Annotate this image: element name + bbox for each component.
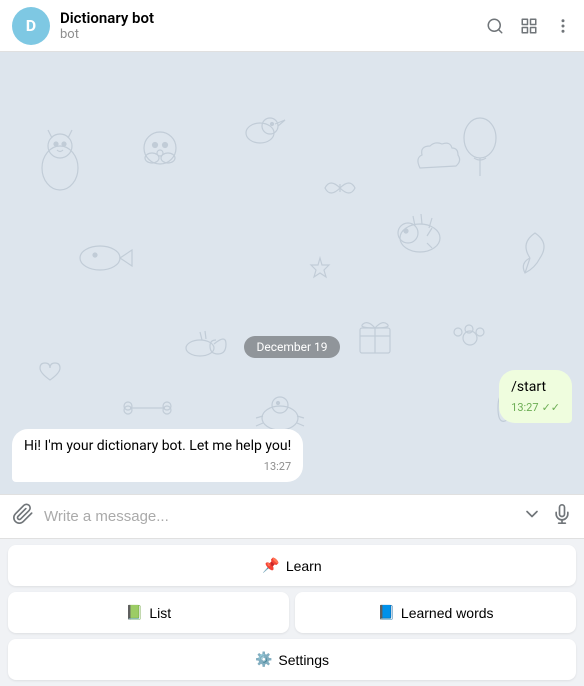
message-row: Hi! I'm your dictionary bot. Let me help… <box>12 429 572 482</box>
header-icons <box>486 17 572 35</box>
learned-label: Learned words <box>401 605 494 621</box>
messages-container: December 19 /start 13:27 ✓✓ Hi! I'm your… <box>0 52 584 494</box>
btn-settings[interactable]: ⚙️ Settings <box>8 639 576 680</box>
date-badge: December 19 <box>12 336 572 358</box>
list-emoji: 📗 <box>126 604 143 621</box>
check-icon: ✓✓ <box>542 400 560 415</box>
message-input[interactable] <box>44 508 512 525</box>
learned-emoji: 📘 <box>377 604 394 621</box>
chevron-down-icon[interactable] <box>522 504 542 529</box>
settings-emoji: ⚙️ <box>255 651 272 668</box>
header: D Dictionary bot bot <box>0 0 584 52</box>
message-bubble-start: /start 13:27 ✓✓ <box>499 370 572 423</box>
btn-learned-words[interactable]: 📘 Learned words <box>295 592 576 633</box>
header-info: Dictionary bot bot <box>60 9 486 42</box>
input-area <box>0 494 584 538</box>
bubble-meta: 13:27 <box>24 459 291 474</box>
chat-subtitle: bot <box>60 27 486 42</box>
bot-btn-row-1: 📌 Learn <box>8 545 576 586</box>
learn-emoji: 📌 <box>262 557 279 574</box>
mic-icon[interactable] <box>552 504 572 529</box>
message-row: /start 13:27 ✓✓ <box>12 370 572 423</box>
message-bubble-reply: Hi! I'm your dictionary bot. Let me help… <box>12 429 303 482</box>
btn-learn[interactable]: 📌 Learn <box>8 545 576 586</box>
chat-area: December 19 /start 13:27 ✓✓ Hi! I'm your… <box>0 52 584 494</box>
avatar: D <box>12 7 50 45</box>
list-label: List <box>149 605 171 621</box>
bot-btn-row-3: ⚙️ Settings <box>8 639 576 680</box>
attach-icon[interactable] <box>12 503 34 530</box>
chat-title: Dictionary bot <box>60 9 486 27</box>
layout-icon[interactable] <box>520 17 538 35</box>
learn-label: Learn <box>286 558 322 574</box>
settings-label: Settings <box>278 652 329 668</box>
more-icon[interactable] <box>554 17 572 35</box>
btn-list[interactable]: 📗 List <box>8 592 289 633</box>
input-right-icons <box>522 504 572 529</box>
bot-buttons: 📌 Learn 📗 List 📘 Learned words ⚙️ Settin… <box>0 538 584 686</box>
bot-btn-row-2: 📗 List 📘 Learned words <box>8 592 576 633</box>
bubble-meta: 13:27 ✓✓ <box>511 400 560 415</box>
search-icon[interactable] <box>486 17 504 35</box>
